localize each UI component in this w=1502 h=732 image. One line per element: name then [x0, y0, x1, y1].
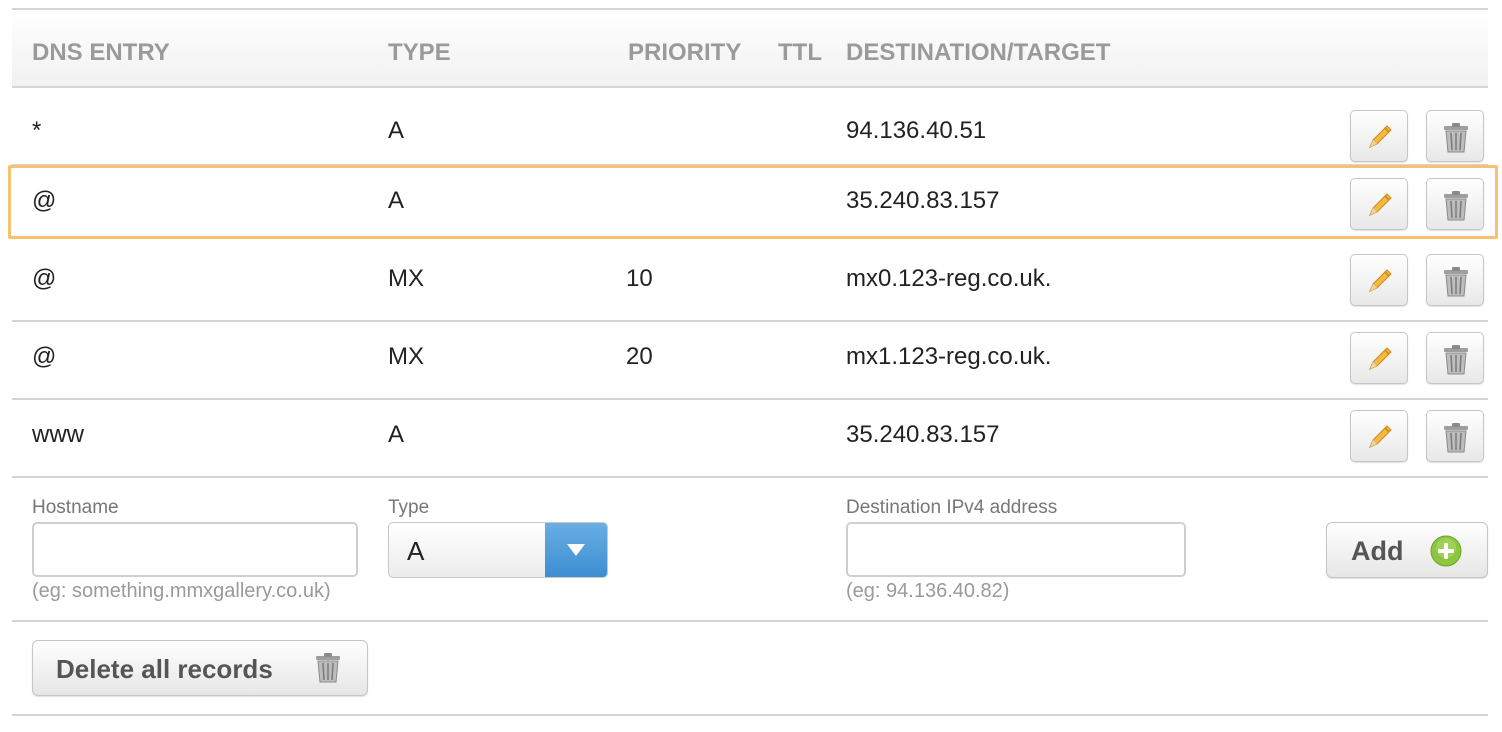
column-header-ttl: TTL — [778, 39, 822, 66]
column-header-destination: DESTINATION/TARGET — [846, 39, 1111, 66]
chevron-down-icon — [567, 544, 585, 556]
hostname-label: Hostname — [32, 497, 119, 518]
trash-icon — [316, 653, 340, 683]
dns-entry-cell: @ — [32, 265, 57, 292]
destination-input[interactable] — [846, 522, 1186, 577]
type-cell: A — [388, 421, 405, 448]
table-row: * A 94.136.40.51 — [12, 88, 1488, 164]
pencil-icon — [1369, 347, 1392, 370]
edit-record-button[interactable] — [1350, 110, 1408, 162]
add-button-label: Add — [1351, 536, 1404, 566]
delete-all-label: Delete all records — [56, 654, 273, 684]
bottom-border — [12, 714, 1488, 716]
plus-circle-icon — [1430, 535, 1462, 567]
table-row: www A 35.240.83.157 — [12, 400, 1488, 476]
edit-record-button[interactable] — [1350, 254, 1408, 306]
hostname-input[interactable] — [32, 522, 358, 577]
column-header-priority: PRIORITY — [628, 39, 742, 66]
column-header-type: TYPE — [388, 39, 451, 66]
type-select[interactable]: A — [388, 522, 608, 578]
type-label: Type — [388, 497, 430, 518]
pencil-icon — [1369, 269, 1392, 292]
trash-icon — [1444, 423, 1468, 453]
type-cell: MX — [388, 265, 424, 292]
destination-cell: 35.240.83.157 — [846, 421, 1000, 448]
delete-record-button[interactable] — [1426, 110, 1484, 162]
section-divider — [12, 620, 1488, 622]
pencil-icon — [1369, 125, 1392, 148]
priority-cell: 20 — [626, 343, 653, 370]
delete-record-button[interactable] — [1426, 254, 1484, 306]
hostname-hint: (eg: something.mmxgallery.co.uk) — [32, 580, 331, 602]
trash-icon — [1444, 267, 1468, 297]
type-cell: MX — [388, 343, 424, 370]
dns-entry-cell: www — [32, 421, 84, 448]
type-select-value: A — [407, 536, 425, 566]
dns-entry-cell: @ — [32, 343, 57, 370]
row-divider — [12, 476, 1488, 478]
type-select-arrow[interactable] — [545, 523, 607, 577]
destination-cell: mx1.123-reg.co.uk. — [846, 343, 1052, 370]
pencil-icon — [1369, 425, 1392, 448]
edit-record-button[interactable] — [1350, 410, 1408, 462]
priority-cell: 10 — [626, 265, 653, 292]
destination-cell: 94.136.40.51 — [846, 117, 987, 144]
destination-hint: (eg: 94.136.40.82) — [846, 580, 1010, 602]
delete-record-button[interactable] — [1426, 332, 1484, 384]
destination-cell: mx0.123-reg.co.uk. — [846, 265, 1052, 292]
dns-entry-cell: * — [32, 117, 42, 144]
trash-icon — [1444, 345, 1468, 375]
edit-record-button[interactable] — [1350, 332, 1408, 384]
table-row: @ MX 20 mx1.123-reg.co.uk. — [12, 322, 1488, 398]
delete-all-records-button[interactable]: Delete all records — [32, 640, 368, 696]
column-header-dns-entry: DNS ENTRY — [32, 39, 170, 66]
add-record-button[interactable]: Add — [1326, 522, 1488, 578]
delete-record-button[interactable] — [1426, 410, 1484, 462]
selected-row-highlight — [8, 165, 1498, 239]
destination-label: Destination IPv4 address — [846, 497, 1058, 518]
trash-icon — [1444, 123, 1468, 153]
table-header — [12, 10, 1488, 86]
table-row: @ MX 10 mx0.123-reg.co.uk. — [12, 242, 1488, 318]
type-cell: A — [388, 117, 405, 144]
